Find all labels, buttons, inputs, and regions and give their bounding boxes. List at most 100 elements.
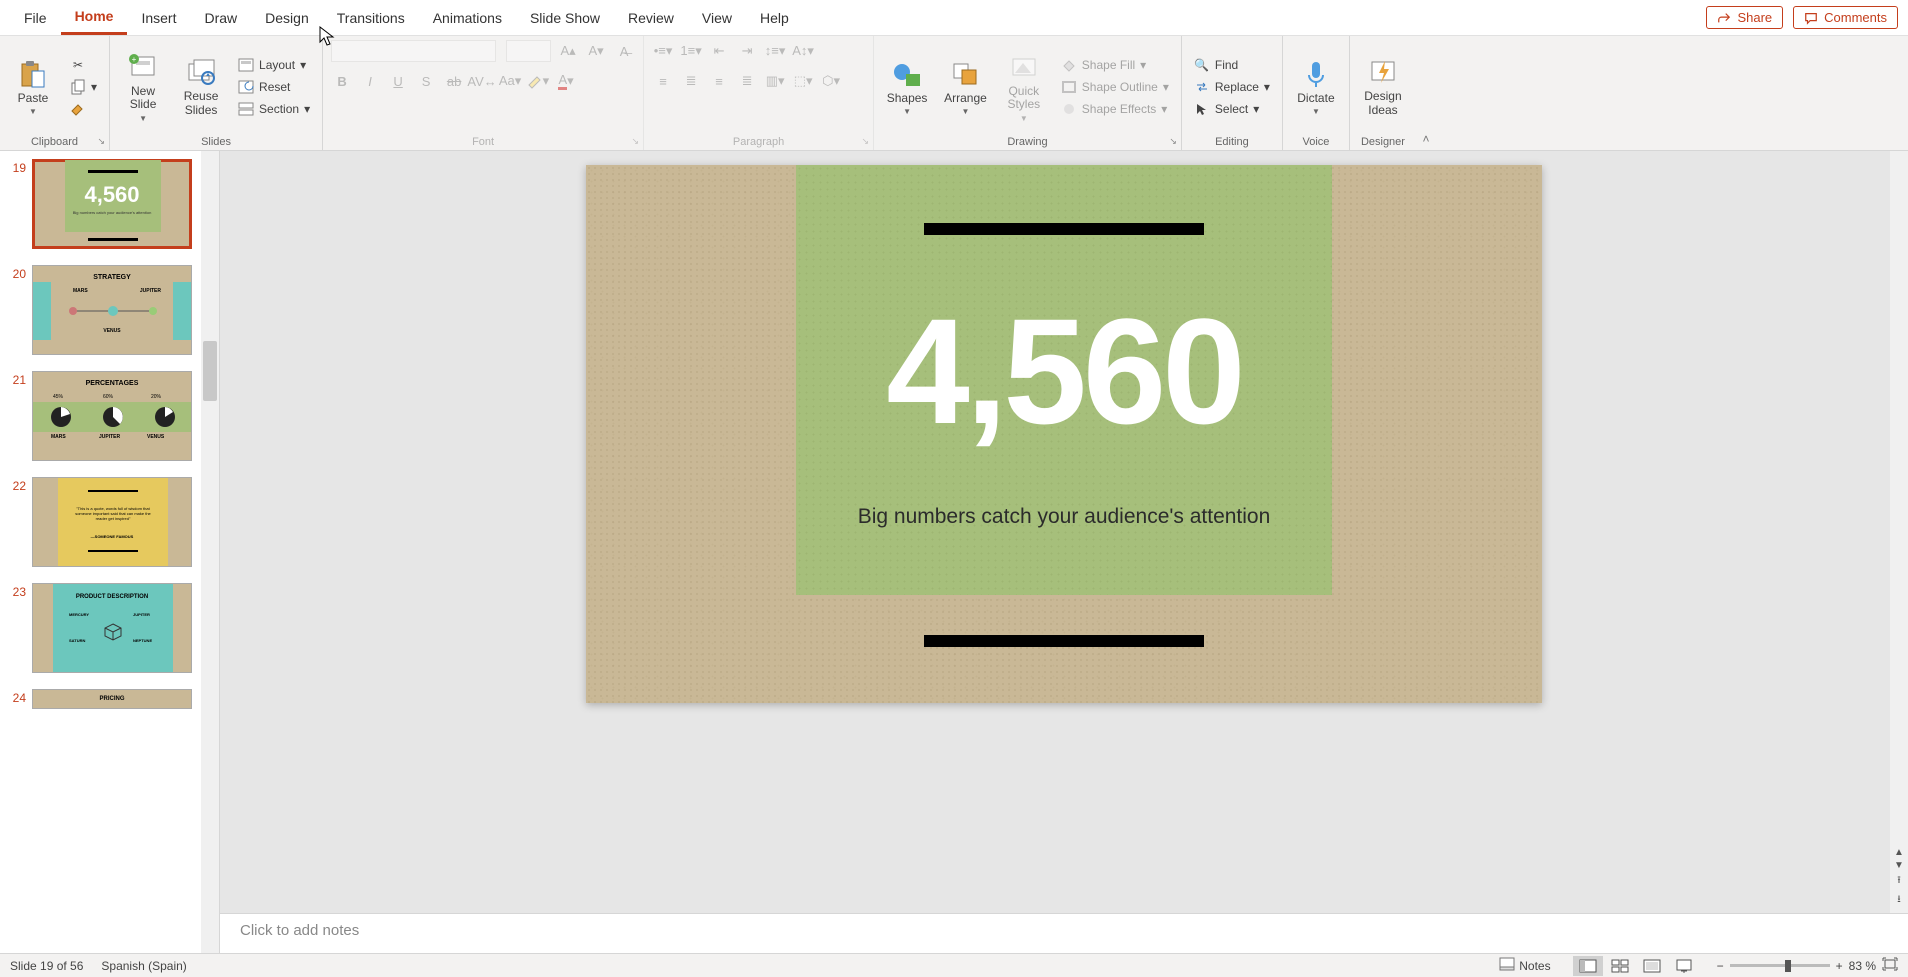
thumbnail-21[interactable]: 21 PERCENTAGES 45% 60% 20% MARS JUPITER …: [0, 363, 219, 469]
tab-help[interactable]: Help: [746, 0, 803, 35]
prev-slide-icon[interactable]: ⭱: [1897, 873, 1901, 890]
copy-button[interactable]: ▾: [66, 77, 101, 97]
normal-view-button[interactable]: [1573, 956, 1603, 976]
quick-styles-button[interactable]: Quick Styles▼: [999, 49, 1049, 126]
dialog-launcher-icon[interactable]: ↘: [97, 136, 105, 147]
shape-outline-button[interactable]: Shape Outline ▾: [1057, 77, 1173, 97]
chevron-down-icon: ▼: [29, 107, 37, 116]
shape-fill-button[interactable]: Shape Fill ▾: [1057, 55, 1173, 75]
scroll-down-icon[interactable]: ▼: [1894, 860, 1904, 871]
align-text-button[interactable]: ⬚▾: [792, 70, 814, 92]
highlight-button[interactable]: ▾: [527, 70, 549, 92]
collapse-ribbon-button[interactable]: ˄: [1416, 36, 1436, 150]
format-painter-button[interactable]: [66, 99, 101, 119]
strike-button[interactable]: ab: [443, 70, 465, 92]
dialog-launcher-icon[interactable]: ↘: [862, 136, 870, 147]
reset-button[interactable]: Reset: [234, 77, 314, 97]
vertical-scrollbar[interactable]: ▲ ▼ ⭱ ⭳: [1890, 151, 1908, 913]
arrange-button[interactable]: Arrange▼: [940, 56, 991, 119]
smartart-button[interactable]: ⬡▾: [820, 70, 842, 92]
numbering-button[interactable]: 1≡▾: [680, 40, 702, 62]
share-button[interactable]: Share: [1706, 6, 1783, 29]
reuse-slides-button[interactable]: Reuse Slides: [176, 54, 226, 120]
slideshow-view-button[interactable]: [1669, 956, 1699, 976]
font-family-combo[interactable]: [331, 40, 496, 62]
paste-button[interactable]: Paste ▼: [8, 56, 58, 119]
reset-icon: [238, 79, 254, 95]
zoom-percent[interactable]: 83 %: [1849, 959, 1876, 973]
next-slide-icon[interactable]: ⭳: [1897, 892, 1901, 909]
notes-pane[interactable]: Click to add notes: [220, 913, 1908, 953]
line-spacing-button[interactable]: ↕≡▾: [764, 40, 786, 62]
notes-toggle[interactable]: Notes: [1495, 955, 1554, 976]
big-number-text[interactable]: 4,560: [586, 285, 1542, 458]
align-left-button[interactable]: ≡: [652, 70, 674, 92]
find-button[interactable]: 🔍Find: [1190, 55, 1274, 75]
zoom-in-button[interactable]: +: [1836, 959, 1843, 973]
increase-font-icon[interactable]: A▴: [557, 40, 579, 62]
align-right-button[interactable]: ≡: [708, 70, 730, 92]
replace-button[interactable]: Replace ▾: [1190, 77, 1274, 97]
zoom-slider[interactable]: [1730, 964, 1830, 967]
shadow-button[interactable]: S: [415, 70, 437, 92]
tab-file[interactable]: File: [10, 0, 61, 35]
slide-canvas[interactable]: 4,560 Big numbers catch your audience's …: [586, 165, 1542, 703]
italic-button[interactable]: I: [359, 70, 381, 92]
thumb-preview: PERCENTAGES 45% 60% 20% MARS JUPITER VEN…: [32, 371, 192, 461]
select-button[interactable]: Select ▾: [1190, 99, 1274, 119]
group-label-designer: Designer: [1358, 134, 1408, 148]
tab-slideshow[interactable]: Slide Show: [516, 0, 614, 35]
section-button[interactable]: Section ▾: [234, 99, 314, 119]
layout-button[interactable]: Layout ▾: [234, 55, 314, 75]
underline-button[interactable]: U: [387, 70, 409, 92]
bold-button[interactable]: B: [331, 70, 353, 92]
thumbnail-22[interactable]: 22 "This is a quote, words full of wisdo…: [0, 469, 219, 575]
decrease-indent-button[interactable]: ⇤: [708, 40, 730, 62]
change-case-button[interactable]: Aa▾: [499, 70, 521, 92]
columns-button[interactable]: ▥▾: [764, 70, 786, 92]
decrease-font-icon[interactable]: A▾: [585, 40, 607, 62]
language-status[interactable]: Spanish (Spain): [101, 959, 186, 973]
new-slide-button[interactable]: + New Slide▼: [118, 49, 168, 126]
tab-design[interactable]: Design: [251, 0, 323, 35]
justify-button[interactable]: ≣: [736, 70, 758, 92]
thumbnail-23[interactable]: 23 PRODUCT DESCRIPTION MERCURY JUPITER S…: [0, 575, 219, 681]
comments-button[interactable]: Comments: [1793, 6, 1898, 29]
shapes-button[interactable]: Shapes▼: [882, 56, 932, 119]
scroll-up-icon[interactable]: ▲: [1894, 847, 1904, 858]
tab-insert[interactable]: Insert: [127, 0, 190, 35]
shape-effects-button[interactable]: Shape Effects ▾: [1057, 99, 1173, 119]
increase-indent-button[interactable]: ⇥: [736, 40, 758, 62]
thumb-scrollbar[interactable]: [201, 151, 219, 953]
reading-view-button[interactable]: [1637, 956, 1667, 976]
thumbnail-20[interactable]: 20 STRATEGY MARS JUPITER VENUS: [0, 257, 219, 363]
design-ideas-button[interactable]: Design Ideas: [1358, 54, 1408, 120]
tab-animations[interactable]: Animations: [419, 0, 516, 35]
tab-draw[interactable]: Draw: [190, 0, 251, 35]
group-designer: Design Ideas Designer: [1350, 36, 1416, 150]
fit-window-button[interactable]: [1882, 957, 1898, 974]
dialog-launcher-icon[interactable]: ↘: [1169, 136, 1177, 147]
text-direction-button[interactable]: A↕▾: [792, 40, 814, 62]
tab-view[interactable]: View: [688, 0, 746, 35]
thumbnail-24[interactable]: 24 PRICING: [0, 681, 219, 717]
dialog-launcher-icon[interactable]: ↘: [632, 136, 640, 147]
font-size-combo[interactable]: [506, 40, 551, 62]
thumbnail-panel[interactable]: 19 4,560 Big numbers catch your audience…: [0, 151, 220, 953]
tab-review[interactable]: Review: [614, 0, 688, 35]
bullets-button[interactable]: •≡▾: [652, 40, 674, 62]
tab-transitions[interactable]: Transitions: [323, 0, 419, 35]
zoom-out-button[interactable]: −: [1717, 959, 1724, 973]
arrange-icon: [949, 58, 981, 90]
dictate-button[interactable]: Dictate▼: [1291, 56, 1341, 119]
sorter-view-button[interactable]: [1605, 956, 1635, 976]
font-color-button[interactable]: A▾: [555, 70, 577, 92]
char-spacing-button[interactable]: AV↔: [471, 70, 493, 92]
slide-counter[interactable]: Slide 19 of 56: [10, 959, 83, 973]
align-center-button[interactable]: ≣: [680, 70, 702, 92]
subtitle-text[interactable]: Big numbers catch your audience's attent…: [586, 505, 1542, 529]
cut-button[interactable]: ✂: [66, 55, 101, 75]
thumbnail-19[interactable]: 19 4,560 Big numbers catch your audience…: [0, 151, 219, 257]
clear-format-icon[interactable]: A̶: [613, 40, 635, 62]
tab-home[interactable]: Home: [61, 0, 128, 35]
